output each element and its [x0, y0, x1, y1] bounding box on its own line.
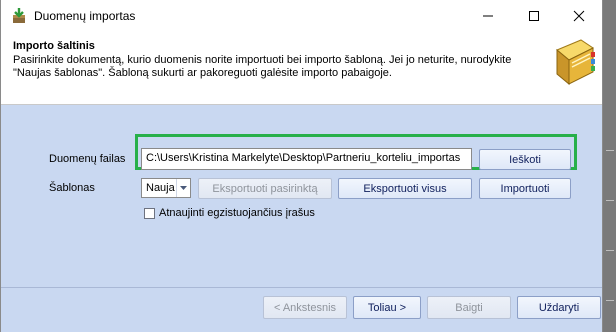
import-dialog: Duomenų importas Importo šaltinis Pasiri…	[0, 0, 603, 332]
background-mark	[606, 250, 614, 251]
background-mark	[606, 300, 614, 301]
template-select[interactable]: Nauja	[141, 178, 191, 198]
close-button[interactable]	[556, 0, 602, 32]
next-button[interactable]: Toliau >	[353, 296, 421, 319]
file-label: Duomenų failas	[49, 153, 126, 165]
maximize-button[interactable]	[511, 0, 557, 32]
back-button[interactable]: < Ankstesnis	[263, 296, 347, 319]
minimize-button[interactable]	[465, 0, 511, 32]
import-button[interactable]: Importuoti	[479, 178, 571, 199]
wizard-header: Importo šaltinis Pasirinkite dokumentą, …	[1, 32, 602, 105]
file-path-input[interactable]: C:\Users\Kristina Markelyte\Desktop\Part…	[141, 148, 472, 170]
footer-divider	[1, 287, 602, 288]
title-bar[interactable]: Duomenų importas	[1, 0, 602, 32]
import-app-icon	[13, 8, 25, 23]
update-existing-label: Atnaujinti egzistuojančius įrašus	[159, 207, 315, 219]
maximize-icon	[529, 11, 539, 21]
wizard-body: Duomenų failas C:\Users\Kristina Markely…	[1, 105, 602, 332]
browse-button[interactable]: Ieškoti	[479, 149, 571, 170]
book-icon	[556, 39, 595, 86]
close-dialog-button[interactable]: Uždaryti	[517, 296, 601, 319]
close-icon	[573, 10, 585, 22]
header-title: Importo šaltinis	[13, 40, 95, 52]
background-mark	[606, 150, 614, 151]
minimize-icon	[483, 15, 493, 17]
finish-button[interactable]: Baigti	[427, 296, 511, 319]
header-description: Pasirinkite dokumentą, kurio duomenis no…	[13, 54, 512, 79]
update-existing-checkbox[interactable]	[144, 208, 155, 219]
export-all-button[interactable]: Eksportuoti visus	[338, 178, 472, 199]
export-selected-button[interactable]: Eksportuoti pasirinktą	[198, 178, 332, 199]
background-window-edge	[603, 0, 616, 332]
template-label: Šablonas	[49, 182, 95, 194]
window-title: Duomenų importas	[34, 9, 136, 23]
template-value: Nauja	[146, 182, 175, 194]
chevron-down-icon[interactable]	[176, 179, 190, 197]
background-mark	[606, 200, 614, 201]
